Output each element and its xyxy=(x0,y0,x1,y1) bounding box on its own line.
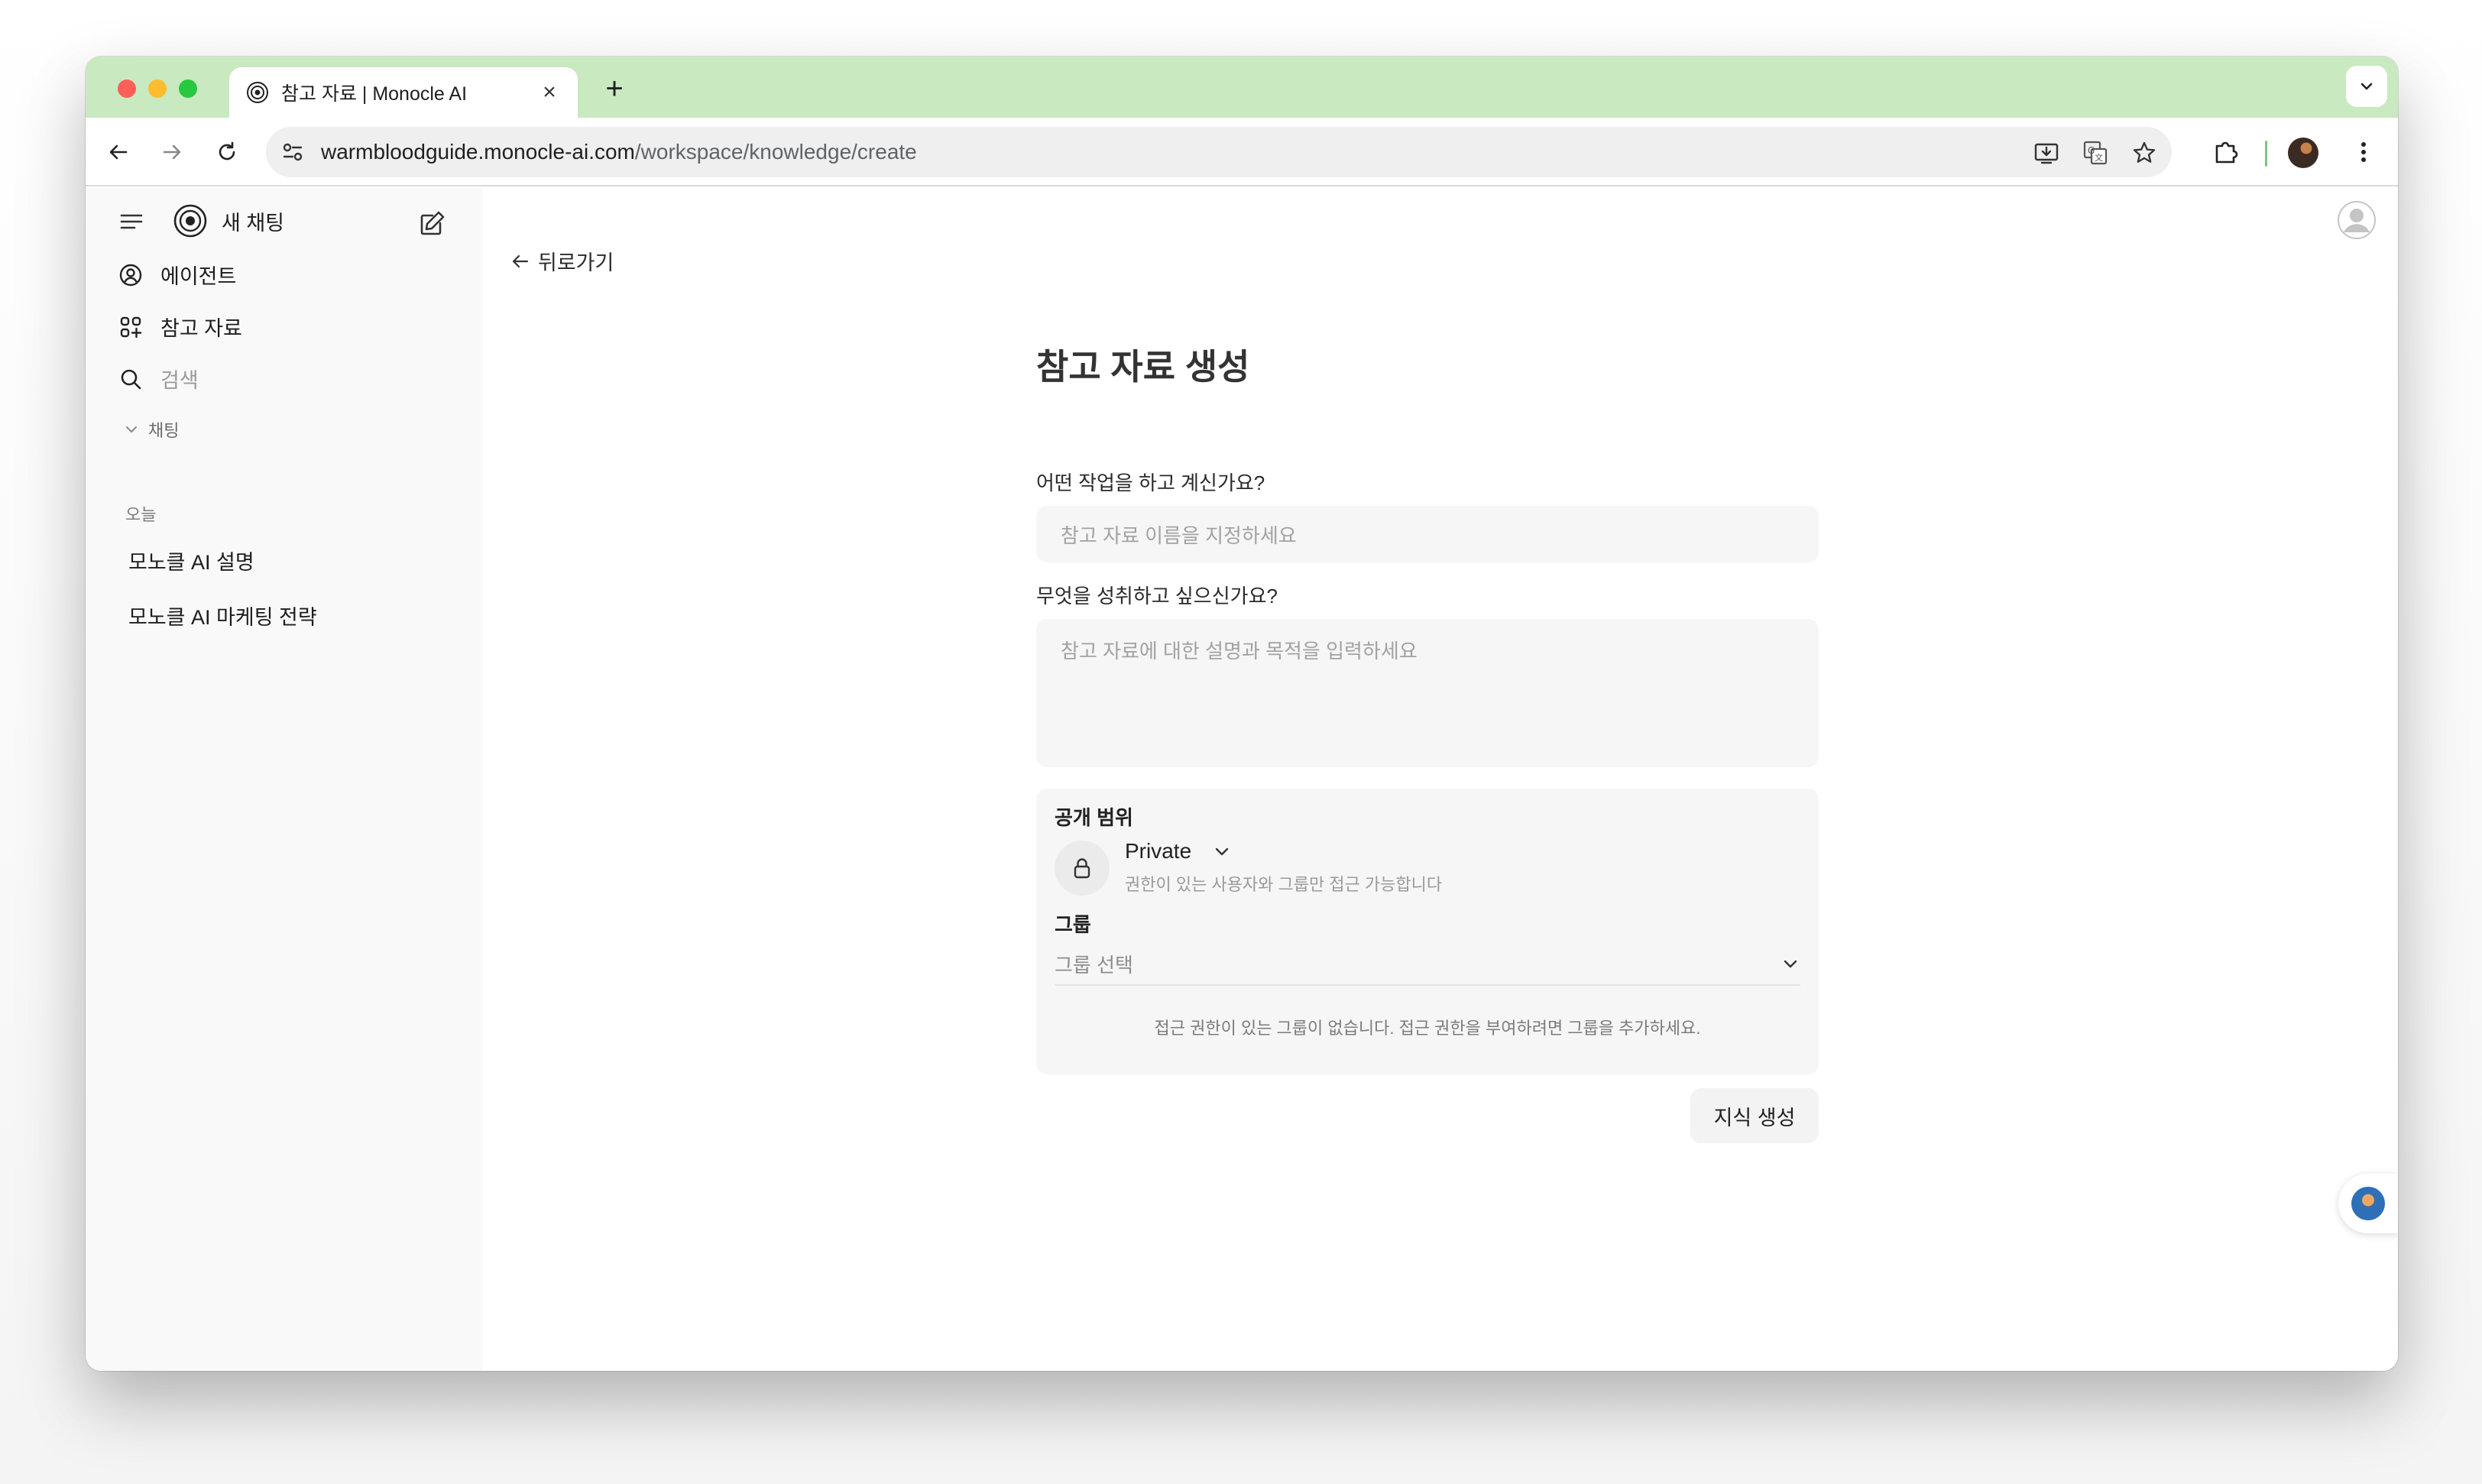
description-textarea[interactable]: 참고 자료에 대한 설명과 목적을 입력하세요 xyxy=(1036,619,1819,767)
star-icon xyxy=(2133,141,2156,163)
edit-icon xyxy=(420,211,445,235)
assistant-avatar-icon xyxy=(2351,1187,2385,1220)
monocle-logo-icon xyxy=(173,204,207,238)
group-select[interactable]: 그룹 선택 xyxy=(1055,943,1800,986)
bookmark-button[interactable] xyxy=(2130,139,2158,167)
browser-toolbar: warmbloodguide.monocle-ai.com/workspace/… xyxy=(86,118,2398,186)
compose-button[interactable] xyxy=(417,208,448,238)
group-empty-note: 접근 권한이 있는 그룹이 없습니다. 접근 권한을 부여하려면 그룹을 추가하… xyxy=(1154,1019,1701,1038)
url-host: warmbloodguide.monocle-ai.com xyxy=(321,140,635,164)
user-circle-icon xyxy=(118,262,144,288)
extensions-button[interactable] xyxy=(2210,136,2242,168)
visibility-select[interactable]: Private xyxy=(1125,839,1231,864)
visibility-label: 공개 범위 xyxy=(1055,806,1133,829)
chevron-down-icon xyxy=(1784,960,1797,968)
forward-button[interactable] xyxy=(156,136,188,168)
install-app-button[interactable] xyxy=(2033,139,2060,167)
grid-plus-icon xyxy=(118,314,144,340)
new-chat-button[interactable]: 새 채팅 xyxy=(173,203,284,238)
sidebar-item-label: 참고 자료 xyxy=(160,317,242,340)
zoom-window-button[interactable] xyxy=(179,79,197,98)
new-tab-button[interactable]: + xyxy=(598,72,631,105)
chat-list-item[interactable]: 모노클 AI 설명 xyxy=(128,546,254,575)
section-label: 채팅 xyxy=(148,421,180,440)
svg-text:G: G xyxy=(2088,145,2095,156)
address-bar[interactable]: warmbloodguide.monocle-ai.com/workspace/… xyxy=(266,127,2172,177)
active-tab[interactable]: 참고 자료 | Monocle AI × xyxy=(229,67,578,118)
sidebar: 새 채팅 에이전트 참고 자료 검색 채팅 오늘 모노클 AI 설명 모노클 A… xyxy=(86,188,483,1371)
tab-title: 참고 자료 | Monocle AI xyxy=(281,83,468,105)
chevron-down-icon xyxy=(1213,842,1231,860)
reload-button[interactable] xyxy=(211,136,243,168)
name-input[interactable]: 참고 자료 이름을 지정하세요 xyxy=(1036,506,1819,562)
chevron-down-icon xyxy=(126,426,137,433)
chevron-down-icon xyxy=(2360,83,2373,90)
arrow-left-icon xyxy=(109,144,128,160)
new-chat-label: 새 채팅 xyxy=(222,211,285,235)
visibility-description: 권한이 있는 사용자와 그룹만 접근 가능합니다 xyxy=(1125,875,1443,894)
browser-window: 참고 자료 | Monocle AI × + warmbloodguide.mo… xyxy=(86,57,2398,1371)
visibility-value: Private xyxy=(1125,839,1192,863)
translate-button[interactable]: G 文 xyxy=(2082,139,2109,167)
tab-strip: 참고 자료 | Monocle AI × + xyxy=(86,57,2398,118)
reload-icon xyxy=(219,141,235,160)
minimize-window-button[interactable] xyxy=(148,79,167,98)
puzzle-icon xyxy=(2215,141,2238,164)
day-group-label: 오늘 xyxy=(125,505,157,524)
floating-help-button[interactable] xyxy=(2338,1174,2398,1233)
url-text: warmbloodguide.monocle-ai.com/workspace/… xyxy=(321,140,917,164)
sidebar-toggle-button[interactable] xyxy=(118,208,145,235)
svg-text:文: 文 xyxy=(2095,152,2103,163)
back-label: 뒤로가기 xyxy=(538,251,614,274)
sidebar-item-agents[interactable]: 에이전트 xyxy=(118,260,236,290)
access-panel: 공개 범위 Private 권한이 있는 사용자와 그룹만 접근 가능합니다 그… xyxy=(1036,789,1819,1074)
page-title: 참고 자료 생성 xyxy=(1036,347,1250,387)
tab-close-icon[interactable]: × xyxy=(538,81,561,104)
user-avatar-icon[interactable] xyxy=(2337,200,2377,240)
menu-icon xyxy=(120,214,143,229)
browser-menu-button[interactable] xyxy=(2348,136,2380,168)
arrow-right-icon xyxy=(163,144,181,160)
sidebar-item-label: 에이전트 xyxy=(160,265,237,288)
group-select-placeholder: 그룹 선택 xyxy=(1055,953,1133,977)
sidebar-item-knowledge[interactable]: 참고 자료 xyxy=(118,312,242,342)
tab-search-button[interactable] xyxy=(2346,66,2387,107)
install-icon xyxy=(2034,143,2059,164)
profile-avatar[interactable] xyxy=(2288,138,2318,168)
search-icon xyxy=(118,366,144,392)
name-field-label: 어떤 작업을 하고 계신가요? xyxy=(1036,471,1265,494)
create-knowledge-button[interactable]: 지식 생성 xyxy=(1690,1088,1819,1143)
lock-icon xyxy=(1055,841,1110,896)
url-path: /workspace/knowledge/create xyxy=(634,140,917,164)
sidebar-search[interactable]: 검색 xyxy=(118,364,199,394)
goal-field-label: 무엇을 성취하고 싶으신가요? xyxy=(1036,585,1278,608)
chats-section-toggle[interactable]: 채팅 xyxy=(124,417,179,442)
back-button[interactable] xyxy=(102,136,134,168)
monocle-logo-icon xyxy=(247,82,268,103)
translate-icon: G 文 xyxy=(2083,141,2108,165)
toolbar-divider xyxy=(2265,141,2267,167)
group-label: 그룹 xyxy=(1055,913,1091,936)
site-settings-icon[interactable] xyxy=(280,139,306,165)
close-window-button[interactable] xyxy=(118,79,136,98)
back-link[interactable]: 뒤로가기 xyxy=(510,246,614,276)
chat-list-item[interactable]: 모노클 AI 마케팅 전략 xyxy=(128,601,317,630)
search-input[interactable]: 검색 xyxy=(160,364,199,394)
arrow-left-icon xyxy=(512,254,529,267)
more-vertical-icon xyxy=(2361,142,2366,162)
main-content: 뒤로가기 참고 자료 생성 어떤 작업을 하고 계신가요? 참고 자료 이름을 … xyxy=(483,188,2398,1371)
